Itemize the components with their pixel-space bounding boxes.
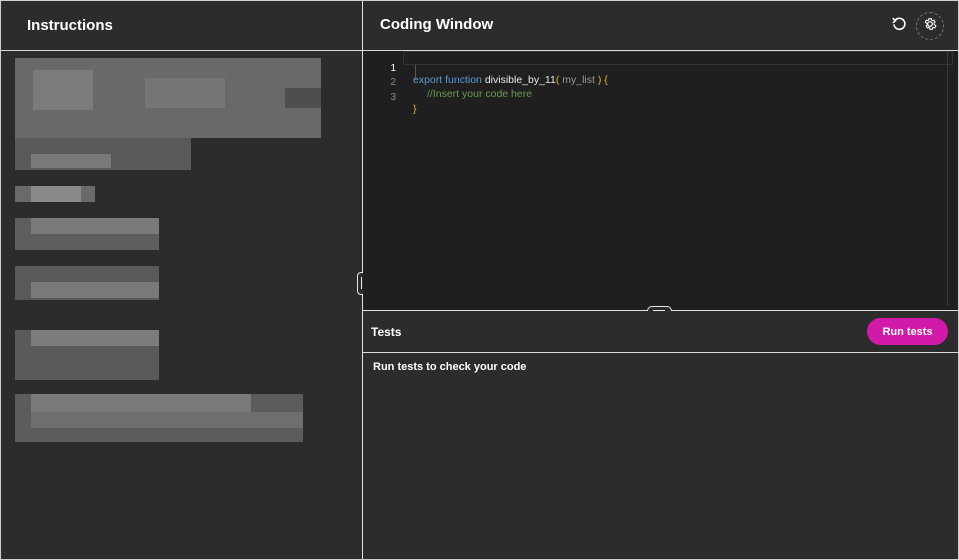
coding-panel: Coding Window 1 export function divisibl… — [363, 1, 958, 558]
tests-title: Tests — [371, 325, 402, 339]
redacted-block — [31, 218, 159, 234]
reset-button[interactable] — [887, 14, 911, 38]
tests-message: Run tests to check your code — [373, 361, 527, 373]
redacted-block — [33, 70, 93, 110]
code-editor[interactable]: 1 export function divisible_by_11( my_li… — [363, 51, 958, 310]
line-number: 3 — [390, 92, 396, 103]
code-line-3: 3 } — [363, 81, 416, 115]
code-keyword: export function — [413, 74, 482, 86]
instructions-header: Instructions — [1, 1, 362, 51]
code-brace: } — [413, 103, 417, 115]
tests-output: Run tests to check your code — [363, 353, 958, 558]
redacted-block — [145, 78, 225, 108]
code-param: my_list — [559, 74, 598, 86]
code-text: export function divisible_by_11( my_list… — [413, 74, 608, 86]
coding-title: Coding Window — [380, 16, 494, 33]
redacted-block — [31, 186, 81, 202]
redacted-block — [31, 330, 159, 346]
coding-header: Coding Window — [363, 1, 958, 51]
code-comment: //Insert your code here — [427, 88, 533, 100]
instructions-panel: Instructions — [1, 1, 362, 559]
redacted-block — [31, 412, 303, 428]
code-line-1: 1 export function divisible_by_11( my_li… — [363, 52, 607, 86]
gear-icon — [922, 16, 938, 37]
code-function-name: divisible_by_11 — [484, 74, 556, 86]
redacted-block — [31, 154, 111, 168]
editor-scrollbar[interactable] — [947, 51, 956, 306]
settings-button[interactable] — [916, 12, 944, 40]
run-tests-button[interactable]: Run tests — [867, 318, 948, 345]
code-line-2: 2 //Insert your code here — [363, 66, 532, 100]
instructions-content-blurred — [15, 58, 321, 448]
current-line-highlight — [403, 51, 953, 65]
redacted-block — [31, 394, 251, 412]
redacted-block — [285, 88, 321, 108]
instructions-title: Instructions — [27, 17, 113, 34]
code-paren-close: ) { — [597, 74, 608, 86]
reset-icon — [891, 16, 907, 37]
tests-header: Tests Run tests — [363, 311, 958, 353]
redacted-block — [31, 282, 159, 298]
